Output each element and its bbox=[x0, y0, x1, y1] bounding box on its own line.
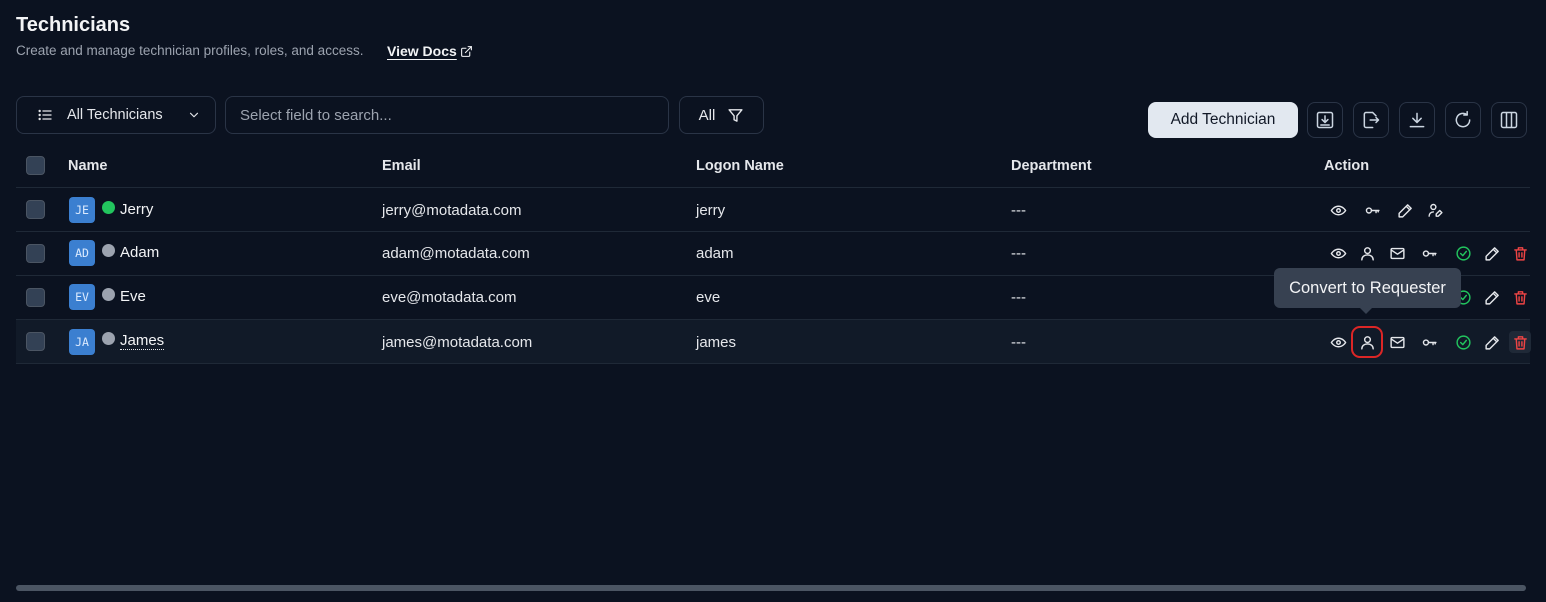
user-edit-icon[interactable] bbox=[1424, 199, 1446, 221]
avatar: AD bbox=[69, 240, 95, 266]
view-select-label: All Technicians bbox=[67, 107, 163, 123]
refresh-icon bbox=[1455, 110, 1471, 128]
export-icon bbox=[1363, 111, 1380, 129]
columns-icon bbox=[1500, 111, 1518, 129]
columns-button[interactable] bbox=[1491, 102, 1527, 138]
avatar: JE bbox=[69, 197, 95, 223]
avatar: EV bbox=[69, 284, 95, 310]
edit-icon[interactable] bbox=[1481, 242, 1503, 264]
column-header-email[interactable]: Email bbox=[382, 158, 421, 174]
status-offline-dot bbox=[102, 332, 115, 345]
external-link-icon bbox=[460, 45, 472, 57]
column-header-logon[interactable]: Logon Name bbox=[696, 158, 784, 174]
select-all-checkbox[interactable] bbox=[26, 156, 45, 175]
chevron-down-icon bbox=[189, 112, 199, 118]
row-checkbox[interactable] bbox=[26, 244, 45, 263]
edit-icon[interactable] bbox=[1481, 331, 1503, 353]
trash-icon[interactable] bbox=[1509, 286, 1531, 308]
search-input[interactable] bbox=[240, 106, 654, 124]
mail-icon[interactable] bbox=[1386, 331, 1408, 353]
edit-icon[interactable] bbox=[1394, 199, 1416, 221]
key-icon[interactable] bbox=[1418, 242, 1440, 264]
page-subtitle: Create and manage technician profiles, r… bbox=[16, 43, 364, 58]
table-row: JA James james@motadata.com james --- bbox=[16, 320, 1531, 364]
view-docs-label: View Docs bbox=[387, 43, 457, 59]
column-header-action: Action bbox=[1324, 158, 1370, 174]
status-online-dot bbox=[102, 201, 115, 214]
view-docs-link[interactable]: View Docs bbox=[387, 43, 473, 59]
email-cell: eve@motadata.com bbox=[382, 289, 517, 306]
mail-icon[interactable] bbox=[1386, 242, 1408, 264]
trash-icon[interactable] bbox=[1509, 331, 1531, 353]
department-cell: --- bbox=[1011, 245, 1026, 262]
import-icon bbox=[1316, 111, 1334, 129]
view-icon[interactable] bbox=[1327, 242, 1349, 264]
key-icon[interactable] bbox=[1361, 199, 1383, 221]
edit-icon[interactable] bbox=[1481, 286, 1503, 308]
key-icon[interactable] bbox=[1418, 331, 1440, 353]
row-checkbox[interactable] bbox=[26, 288, 45, 307]
technician-name[interactable]: James bbox=[120, 332, 165, 350]
export-button[interactable] bbox=[1353, 102, 1389, 138]
page-title: Technicians bbox=[16, 14, 131, 36]
status-offline-dot bbox=[102, 288, 115, 301]
add-technician-button[interactable]: Add Technician bbox=[1148, 102, 1298, 138]
column-header-department[interactable]: Department bbox=[1011, 158, 1092, 174]
activate-check-icon[interactable] bbox=[1452, 242, 1474, 264]
download-icon bbox=[1409, 112, 1425, 128]
view-select-dropdown[interactable]: All Technicians bbox=[16, 96, 216, 134]
department-cell: --- bbox=[1011, 289, 1026, 306]
department-cell: --- bbox=[1011, 334, 1026, 351]
filter-label: All bbox=[698, 106, 716, 124]
technician-name[interactable]: Jerry bbox=[120, 201, 153, 218]
search-field-box bbox=[225, 96, 669, 134]
trash-icon[interactable] bbox=[1509, 242, 1531, 264]
filter-icon bbox=[728, 108, 743, 122]
column-header-name[interactable]: Name bbox=[68, 158, 108, 174]
status-offline-dot bbox=[102, 244, 115, 257]
technician-name[interactable]: Adam bbox=[120, 244, 159, 261]
technician-name[interactable]: Eve bbox=[120, 288, 146, 305]
horizontal-scrollbar[interactable] bbox=[16, 585, 1526, 591]
user-icon[interactable] bbox=[1356, 242, 1378, 264]
avatar: JA bbox=[69, 329, 95, 355]
import-button[interactable] bbox=[1307, 102, 1343, 138]
email-cell: jerry@motadata.com bbox=[382, 202, 522, 219]
logon-cell: adam bbox=[696, 245, 734, 262]
activate-check-icon[interactable] bbox=[1452, 331, 1474, 353]
department-cell: --- bbox=[1011, 202, 1026, 219]
tooltip: Convert to Requester bbox=[1274, 268, 1461, 314]
row-checkbox[interactable] bbox=[26, 200, 45, 219]
view-icon[interactable] bbox=[1327, 331, 1349, 353]
logon-cell: eve bbox=[696, 289, 721, 306]
logon-cell: james bbox=[696, 334, 737, 351]
refresh-button[interactable] bbox=[1445, 102, 1481, 138]
email-cell: james@motadata.com bbox=[382, 334, 533, 351]
table-row: JE Jerry jerry@motadata.com jerry --- bbox=[16, 188, 1530, 232]
filter-button[interactable]: All bbox=[679, 96, 764, 134]
list-icon bbox=[38, 109, 52, 121]
convert-to-requester-icon[interactable] bbox=[1351, 326, 1383, 358]
logon-cell: jerry bbox=[696, 202, 726, 219]
download-button[interactable] bbox=[1399, 102, 1435, 138]
email-cell: adam@motadata.com bbox=[382, 245, 530, 262]
row-checkbox[interactable] bbox=[26, 332, 45, 351]
table-header: Name Email Logon Name Department Action bbox=[16, 144, 1530, 188]
view-icon[interactable] bbox=[1327, 199, 1349, 221]
